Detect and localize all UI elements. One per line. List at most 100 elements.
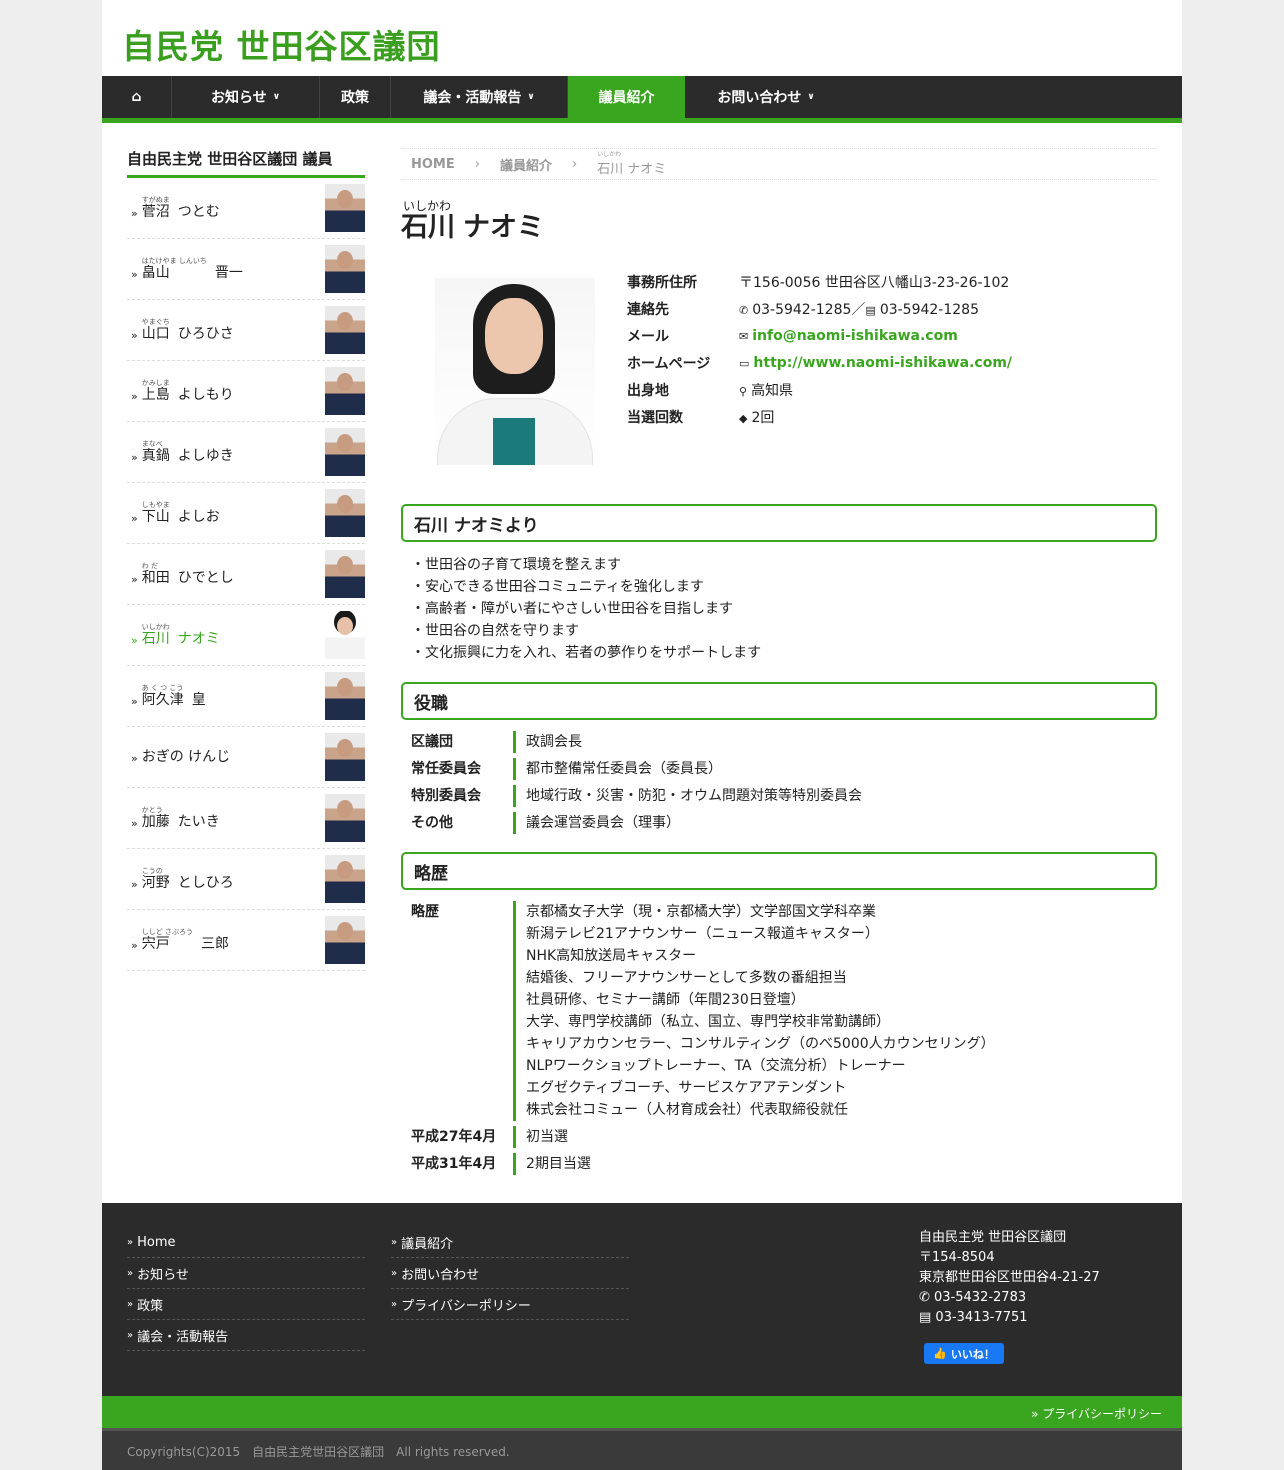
ruby-text: いしかわ: [141, 623, 170, 631]
facebook-like-button[interactable]: 👍 いいね！: [924, 1343, 1004, 1364]
row-value: 2期目当選: [513, 1153, 591, 1175]
row-value: 政調会長: [513, 731, 582, 753]
sidebar-member-item[interactable]: » いしかわ 石川 ナオミ: [127, 605, 365, 666]
nav-news[interactable]: お知らせ ∨: [172, 76, 320, 118]
main-nav: ⌂ お知らせ ∨ 政策 議会・活動報告 ∨ 議員紹介 お問い合わせ ∨: [102, 76, 1182, 123]
member-name-rest: よしゆき: [177, 448, 234, 464]
footer-privacy-link[interactable]: » プライバシーポリシー: [1031, 1405, 1162, 1422]
sidebar-member-item[interactable]: » やまぐち 山口 ひろひさ: [127, 300, 365, 361]
copyright-bar: Copyrights(C)2015 自由民主党世田谷区議団 All rights…: [102, 1428, 1182, 1470]
footer-link-label: プライバシーポリシー: [401, 1298, 531, 1314]
row-value: 議会運営委員会（理事）: [513, 812, 680, 834]
avatar: [325, 489, 365, 537]
nav-policy[interactable]: 政策: [320, 76, 391, 118]
member-name-ruby: はたけやま しんいち 畠山: [142, 257, 207, 281]
footer-link[interactable]: » お知らせ: [127, 1258, 365, 1289]
sidebar-member-item[interactable]: » こうの 河野 としひろ: [127, 849, 365, 910]
breadcrumb-section[interactable]: 議員紹介: [500, 155, 552, 174]
site-logo[interactable]: 自民党 世田谷区議団: [122, 20, 441, 68]
info-row-address: 事務所住所 〒156-0056 世田谷区八幡山3-23-26-102: [627, 268, 1012, 295]
member-name: » いしかわ 石川 ナオミ: [131, 623, 220, 647]
breadcrumb: HOME › 議員紹介 › いしかわ 石川 ナオミ: [401, 148, 1157, 180]
message-item: ・世田谷の自然を守ります: [411, 623, 579, 639]
nav-contact[interactable]: お問い合わせ ∨: [685, 76, 847, 118]
avatar: [325, 245, 365, 293]
member-name-ruby: ししど さぶろう 宍戸: [142, 928, 193, 952]
breadcrumb-home[interactable]: HOME: [411, 157, 455, 172]
footer-link[interactable]: » 政策: [127, 1289, 365, 1320]
history-line: 大学、専門学校講師（私立、国立、専門学校非常勤講師）: [526, 1014, 890, 1030]
info-label: 出身地: [627, 382, 669, 399]
ruby-base: 畠山: [141, 265, 170, 281]
member-name-rest: ひでとし: [177, 570, 234, 586]
info-value: ⚲ 高知県: [739, 380, 793, 400]
sidebar-member-item[interactable]: » ししど さぶろう 宍戸 三郎: [127, 910, 365, 971]
info-label: メール: [627, 328, 669, 345]
double-chevron-right-icon: »: [391, 1267, 398, 1279]
nav-home[interactable]: ⌂: [102, 76, 172, 118]
footer-link-label: 議員紹介: [401, 1236, 454, 1252]
fax-icon: ▤: [865, 303, 876, 317]
footer-link[interactable]: » 議員紹介: [391, 1227, 629, 1258]
sidebar-member-item[interactable]: » まなべ 真鍋 よしゆき: [127, 422, 365, 483]
nav-members[interactable]: 議員紹介: [568, 76, 685, 118]
double-chevron-right-icon: »: [131, 512, 138, 525]
avatar: [325, 306, 365, 354]
row-label: 特別委員会: [411, 788, 481, 804]
sidebar-member-item[interactable]: » かみしま 上島 よしもり: [127, 361, 365, 422]
homepage-link[interactable]: http://www.naomi-ishikawa.com/: [753, 355, 1012, 371]
info-row-contact: 連絡先 ✆ 03-5942-1285／▤ 03-5942-1285: [627, 295, 1012, 322]
sidebar-member-item[interactable]: » わ だ和田 ひでとし: [127, 544, 365, 605]
member-name-ruby: いしかわ 石川: [142, 623, 170, 647]
footer-link-label: 政策: [137, 1298, 164, 1314]
home-icon: ⌂: [131, 89, 142, 105]
message-item: ・安心できる世田谷コミュニティを強化します: [411, 579, 704, 595]
table-row: 平成31年4月 2期目当選: [401, 1153, 1157, 1175]
double-chevron-right-icon: »: [127, 1298, 134, 1310]
member-name: » まなべ 真鍋 よしゆき: [131, 440, 234, 464]
footer-links-1: » Home» お知らせ» 政策» 議会・活動報告: [127, 1227, 365, 1351]
main-content: HOME › 議員紹介 › いしかわ 石川 ナオミ いしかわ 石川 ナオミ 事務…: [401, 148, 1157, 1175]
member-name-ruby: あ く つ こう 阿久津: [142, 684, 184, 708]
row-value: 都市整備常任委員会（委員長）: [513, 758, 722, 780]
footer-fax: ▤ 03-3413-7751: [919, 1308, 1100, 1328]
ruby-base: 菅沼: [141, 204, 170, 220]
sidebar-member-item[interactable]: » しもやま 下山 よしお: [127, 483, 365, 544]
history-line: 新潟テレビ21アナウンサー（ニュース報道キャスター）: [526, 926, 879, 942]
breadcrumb-separator-icon: ›: [474, 156, 480, 172]
nav-policy-label: 政策: [341, 90, 369, 106]
sidebar-member-item[interactable]: » あ く つ こう 阿久津皇: [127, 666, 365, 727]
history-line: 京都橘女子大学（現・京都橘大学）文学部国文学科卒業: [526, 904, 876, 920]
email-link[interactable]: info@naomi-ishikawa.com: [752, 328, 958, 344]
sidebar-member-item[interactable]: » おぎの けんじ: [127, 727, 365, 788]
message-item: ・高齢者・障がい者にやさしい世田谷を目指します: [411, 601, 733, 617]
hometown-value: 高知県: [751, 382, 794, 399]
row-label: その他: [411, 815, 453, 831]
ruby-text: やまぐち: [141, 318, 170, 326]
double-chevron-right-icon: »: [131, 268, 138, 281]
sidebar-member-item[interactable]: » すがぬま 菅沼 つとむ: [127, 178, 365, 239]
nav-contact-label: お問い合わせ: [717, 90, 802, 106]
info-value: ◆ 2回: [739, 407, 774, 427]
avatar: [325, 611, 365, 659]
ruby-base: 加藤: [141, 814, 170, 830]
member-name: » ししど さぶろう 宍戸 三郎: [131, 928, 229, 952]
double-chevron-right-icon: »: [131, 329, 138, 342]
ruby-base: 阿久津: [141, 692, 184, 708]
sidebar-member-item[interactable]: » かとう 加藤 たいき: [127, 788, 365, 849]
footer-link[interactable]: » お問い合わせ: [391, 1258, 629, 1289]
nav-activity[interactable]: 議会・活動報告 ∨: [391, 76, 568, 118]
positions-table: 区議団 政調会長 常任委員会 都市整備常任委員会（委員長） 特別委員会 地域行政・災害・防…: [401, 731, 1157, 834]
map-marker-icon: ⚲: [739, 384, 748, 398]
chevron-down-icon: ∨: [527, 92, 535, 102]
history-line: NHK高知放送局キャスター: [526, 948, 697, 964]
ruby-text: ししど さぶろう: [141, 928, 193, 936]
footer-link[interactable]: » 議会・活動報告: [127, 1320, 365, 1351]
info-row-homepage: ホームページ ▭ http://www.naomi-ishikawa.com/: [627, 349, 1012, 376]
ruby-base: 山口: [141, 326, 170, 342]
ruby-text: あ く つ こう: [141, 684, 184, 692]
row-value: 初当選: [513, 1126, 568, 1148]
sidebar-member-item[interactable]: » はたけやま しんいち 畠山 晋一: [127, 239, 365, 300]
footer-link[interactable]: » プライバシーポリシー: [391, 1289, 629, 1320]
footer-link[interactable]: » Home: [127, 1227, 365, 1258]
